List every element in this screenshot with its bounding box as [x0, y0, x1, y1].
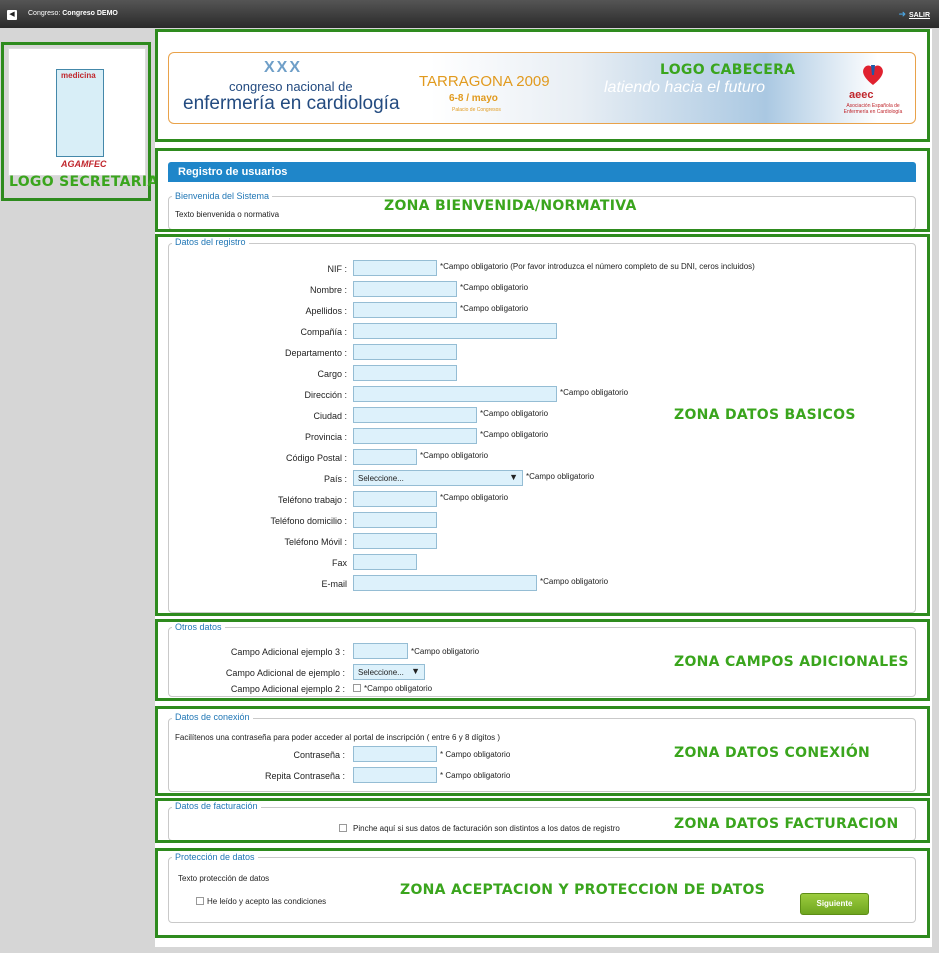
zone-frame-basicos [155, 234, 930, 616]
exit-label: SALIR [909, 12, 930, 19]
zone-label-proteccion: ZONA ACEPTACION Y PROTECCION DE DATOS [400, 882, 766, 898]
exit-link[interactable]: ➜ SALIR [898, 9, 930, 20]
zone-label-basicos: ZONA DATOS BASICOS [674, 407, 856, 423]
congress-info: Congreso: Congreso DEMO [28, 10, 118, 17]
zone-label-secretaria: LOGO SECRETARIA [9, 174, 159, 190]
zone-frame-bienvenida [155, 148, 930, 232]
zone-label-bienvenida: ZONA BIENVENIDA/NORMATIVA [384, 198, 637, 214]
top-bar: ◀ Congreso: Congreso DEMO ➜ SALIR [0, 0, 939, 28]
zone-label-cabecera: LOGO CABECERA [660, 62, 796, 78]
zone-label-adicionales: ZONA CAMPOS ADICIONALES [674, 654, 909, 670]
exit-arrow-icon: ➜ [898, 9, 906, 19]
congress-label: Congreso: [28, 10, 61, 17]
zone-label-conexion: ZONA DATOS CONEXIÓN [674, 745, 871, 761]
back-arrow-icon[interactable]: ◀ [7, 10, 17, 20]
zone-label-facturacion: ZONA DATOS FACTURACION [674, 816, 899, 832]
zone-frame-cabecera [155, 29, 930, 142]
congress-name: Congreso DEMO [62, 10, 118, 17]
